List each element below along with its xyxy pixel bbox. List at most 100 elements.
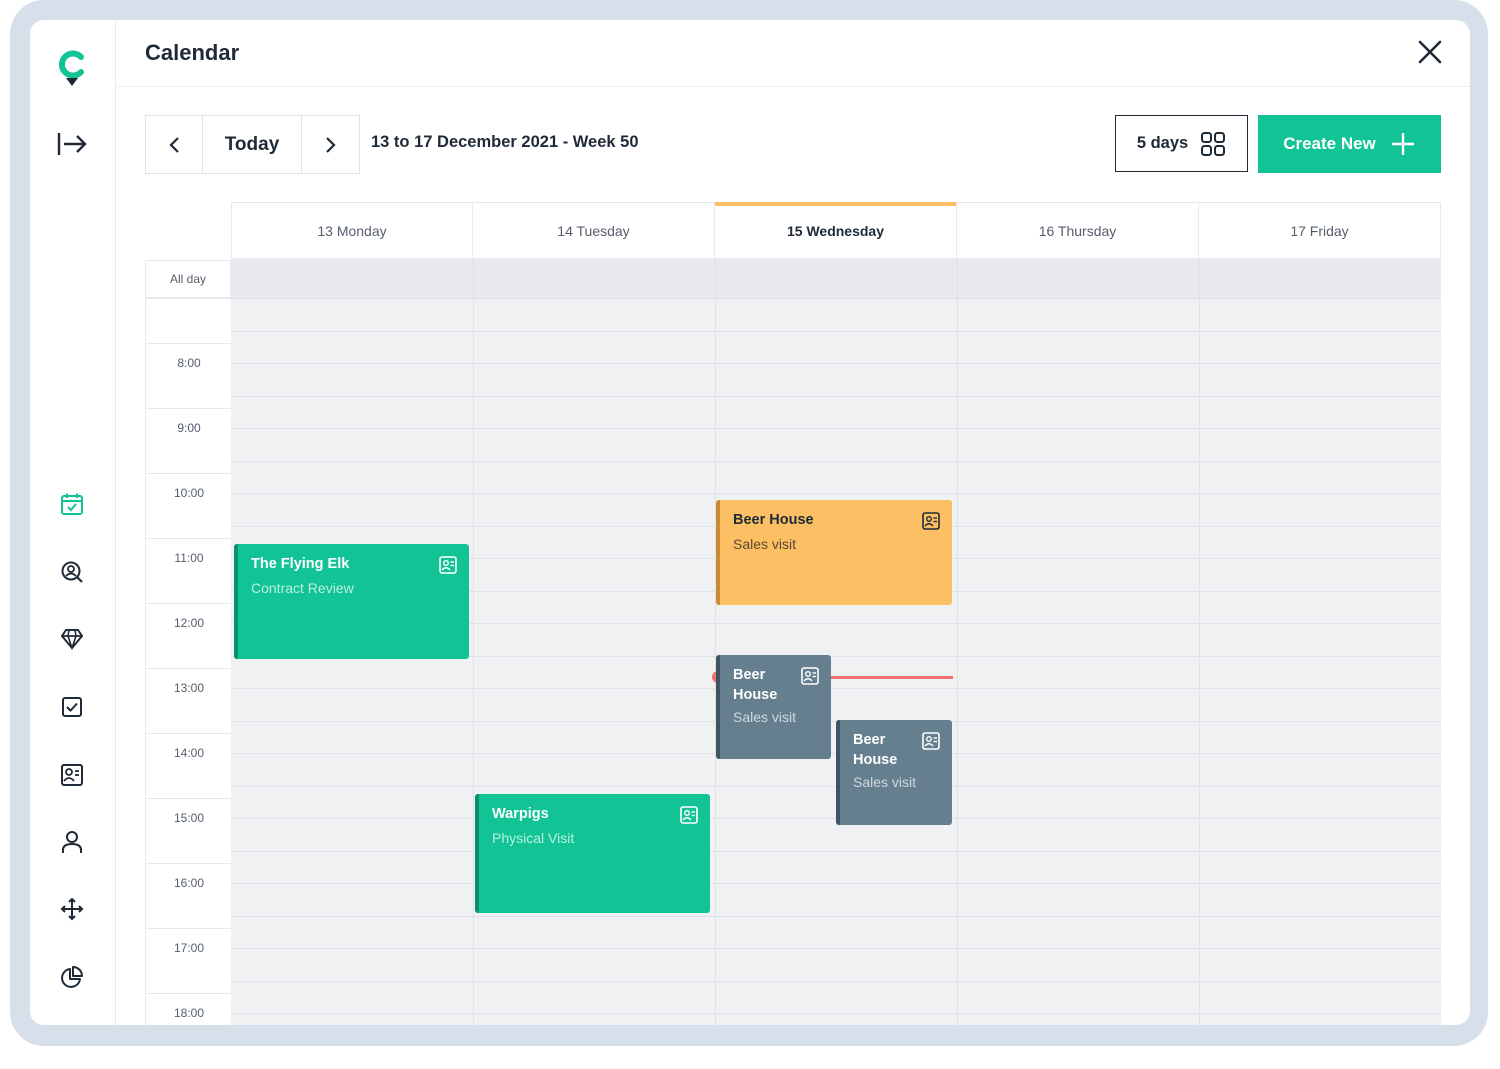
- diamond-icon[interactable]: [53, 620, 91, 658]
- time-row: 14:00: [146, 733, 232, 798]
- event-title: Warpigs: [492, 806, 549, 822]
- contacts-card-icon[interactable]: [53, 756, 91, 794]
- calendar-icon[interactable]: [53, 485, 91, 523]
- close-icon[interactable]: [1416, 38, 1444, 66]
- event-card[interactable]: Warpigs Physical Visit: [475, 794, 710, 913]
- week-calendar: 13 Monday 14 Tuesday 15 Wednesday 16 Thu…: [145, 202, 1441, 1025]
- contact-card-icon: [922, 732, 940, 750]
- event-subtitle: Physical Visit: [492, 830, 575, 846]
- date-range-label: 13 to 17 December 2021 - Week 50: [371, 133, 639, 151]
- time-label: 13:00: [173, 681, 205, 695]
- time-slot-line: [231, 981, 1441, 982]
- move-icon[interactable]: [53, 890, 91, 928]
- time-label: 9:00: [177, 421, 201, 435]
- time-slot-line: [231, 916, 1441, 917]
- checkbox-icon[interactable]: [53, 688, 91, 726]
- time-row: 15:00: [146, 798, 232, 863]
- time-row: 17:00: [146, 928, 232, 993]
- time-label: 12:00: [173, 616, 205, 630]
- time-row: 12:00: [146, 603, 232, 668]
- calendar-grid[interactable]: The Flying Elk Contract Review Warpigs P…: [231, 259, 1441, 1025]
- day-column-divider: [473, 259, 474, 1025]
- event-title: Beer House: [733, 667, 778, 703]
- time-label: 17:00: [173, 941, 205, 955]
- time-slot-line: [231, 948, 1441, 949]
- time-row: 11:00: [146, 538, 232, 603]
- day-column-divider: [957, 259, 958, 1025]
- time-row-early: [146, 298, 232, 343]
- time-row: 16:00: [146, 863, 232, 928]
- time-slot-line: [231, 461, 1441, 462]
- time-slot-line: [231, 1013, 1441, 1014]
- time-slot-line: [231, 298, 1441, 299]
- page-title: Calendar: [145, 40, 240, 65]
- event-subtitle: Sales visit: [733, 709, 797, 725]
- time-slot-line: [231, 493, 1441, 494]
- all-day-label: All day: [145, 260, 231, 298]
- event-title: The Flying Elk: [251, 556, 350, 572]
- contact-card-icon: [439, 556, 457, 574]
- time-column: 8:00 9:00 10:00 11:00 12:00 13:00 14:00 …: [145, 298, 232, 1025]
- event-subtitle: Sales visit: [853, 774, 917, 790]
- day-header-tuesday[interactable]: 14 Tuesday: [473, 202, 715, 259]
- app-window: Calendar Today 13 to 17 December 2021 - …: [30, 20, 1470, 1025]
- create-new-label: Create New: [1283, 134, 1376, 153]
- grid-view-icon: [1201, 131, 1226, 156]
- time-label: 8:00: [177, 356, 201, 370]
- event-title: Beer House: [853, 732, 898, 768]
- day-header-monday[interactable]: 13 Monday: [231, 202, 473, 259]
- header: Calendar: [116, 20, 1470, 87]
- time-label: 14:00: [173, 746, 205, 760]
- day-headers: 13 Monday 14 Tuesday 15 Wednesday 16 Thu…: [231, 202, 1441, 259]
- day-header-friday[interactable]: 17 Friday: [1199, 202, 1441, 259]
- chevron-left-icon: [169, 136, 179, 153]
- event-card[interactable]: The Flying Elk Contract Review: [234, 544, 469, 659]
- event-subtitle: Sales visit: [733, 536, 797, 552]
- event-card[interactable]: Beer House Sales visit: [836, 720, 952, 825]
- event-card[interactable]: Beer House Sales visit: [716, 655, 831, 759]
- view-selector-button[interactable]: 5 days: [1115, 115, 1248, 172]
- time-label: 11:00: [174, 551, 204, 565]
- time-slot-line: [231, 363, 1441, 364]
- contact-card-icon: [801, 667, 819, 685]
- contact-card-icon: [680, 806, 698, 824]
- plus-icon: [1391, 133, 1414, 155]
- search-user-icon[interactable]: [53, 553, 91, 591]
- contact-card-icon: [922, 512, 940, 530]
- time-row: 18:00: [146, 993, 232, 1025]
- create-new-button[interactable]: Create New: [1258, 115, 1441, 173]
- time-row: 8:00: [146, 343, 232, 408]
- logo-icon[interactable]: [53, 49, 91, 87]
- event-subtitle: Contract Review: [251, 580, 354, 596]
- time-row: 10:00: [146, 473, 232, 538]
- time-slot-line: [231, 851, 1441, 852]
- chevron-right-icon: [325, 136, 336, 153]
- time-label: 10:00: [173, 486, 205, 500]
- time-label: 15:00: [173, 811, 205, 825]
- day-header-thursday[interactable]: 16 Thursday: [957, 202, 1199, 259]
- time-label: 18:00: [173, 1006, 205, 1020]
- day-column-divider: [1199, 259, 1200, 1025]
- collapse-icon[interactable]: [53, 125, 91, 163]
- day-column-divider: [715, 259, 716, 1025]
- user-icon[interactable]: [53, 823, 91, 861]
- time-slot-line: [231, 883, 1441, 884]
- date-navigation: Today: [145, 115, 360, 174]
- previous-week-button[interactable]: [146, 116, 203, 173]
- view-selector-label: 5 days: [1136, 134, 1189, 152]
- event-title: Beer House: [733, 512, 814, 528]
- today-button[interactable]: Today: [203, 116, 303, 173]
- all-day-row[interactable]: [231, 259, 1441, 298]
- time-slot-line: [231, 396, 1441, 397]
- time-label: 16:00: [173, 876, 205, 890]
- event-card[interactable]: Beer House Sales visit: [716, 500, 952, 605]
- time-row: 13:00: [146, 668, 232, 733]
- time-slot-line: [231, 331, 1441, 332]
- pie-chart-icon[interactable]: [53, 958, 91, 996]
- time-slot-line: [231, 688, 1441, 689]
- time-row: 9:00: [146, 408, 232, 473]
- sidebar: [30, 20, 116, 1025]
- next-week-button[interactable]: [302, 116, 359, 173]
- day-header-wednesday[interactable]: 15 Wednesday: [715, 202, 957, 259]
- time-slot-line: [231, 428, 1441, 429]
